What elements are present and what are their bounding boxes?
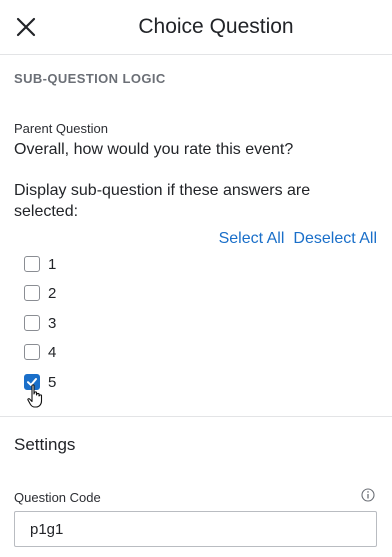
checkbox[interactable] xyxy=(24,256,40,272)
select-all-link[interactable]: Select All xyxy=(219,230,285,248)
section-divider xyxy=(0,416,392,417)
option-label: 4 xyxy=(48,343,57,361)
selection-links: Select All Deselect All xyxy=(219,230,377,248)
option-label: 2 xyxy=(48,284,57,302)
option-label: 5 xyxy=(48,373,57,391)
info-icon[interactable] xyxy=(361,488,375,502)
checkbox[interactable] xyxy=(24,285,40,301)
answer-option-1[interactable]: 1 xyxy=(24,254,56,274)
parent-question-label: Parent Question xyxy=(14,121,108,136)
option-label: 1 xyxy=(48,255,57,273)
answer-option-2[interactable]: 2 xyxy=(24,283,56,303)
hand-cursor-icon xyxy=(27,384,43,408)
answer-option-3[interactable]: 3 xyxy=(24,313,56,333)
question-code-input[interactable] xyxy=(14,511,377,547)
page-title: Choice Question xyxy=(138,15,294,38)
header: Choice Question xyxy=(0,0,392,55)
display-condition-text: Display sub-question if these answers ar… xyxy=(14,182,311,220)
question-code-label: Question Code xyxy=(14,490,101,505)
checkbox[interactable] xyxy=(24,344,40,360)
deselect-all-link[interactable]: Deselect All xyxy=(293,230,377,248)
section-heading-sub-question-logic: SUB-QUESTION LOGIC xyxy=(14,71,166,86)
option-label: 3 xyxy=(48,314,57,332)
parent-question-text: Overall, how would you rate this event? xyxy=(14,141,294,158)
answer-option-4[interactable]: 4 xyxy=(24,342,56,362)
checkbox[interactable] xyxy=(24,315,40,331)
settings-heading: Settings xyxy=(14,435,76,454)
